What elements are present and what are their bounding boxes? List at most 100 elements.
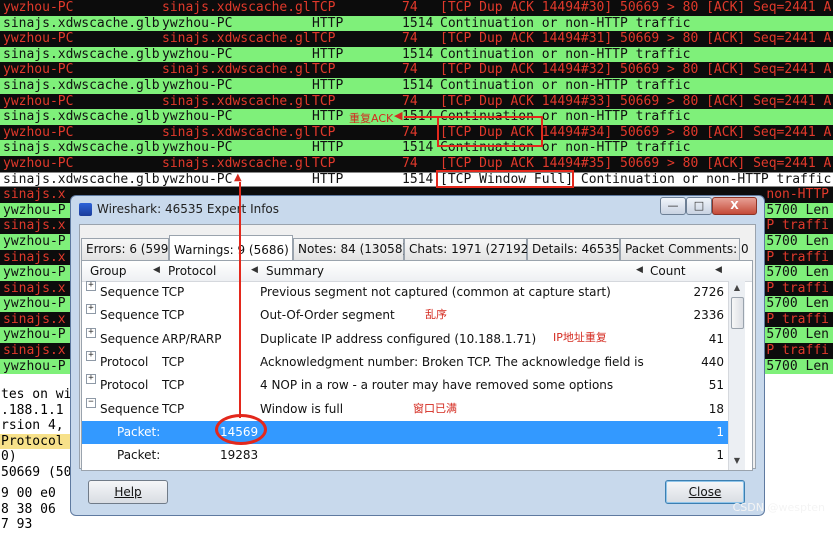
packet-destination: sinajs.xdwscache.gl	[162, 31, 311, 47]
row-count: 2336	[693, 308, 724, 323]
packet-info: 5700 Len	[766, 265, 829, 281]
packet-destination: ywzhou-PC	[162, 46, 233, 62]
annotation-vertical-line	[239, 182, 241, 418]
annotation-dup-ack: 重复ACK	[349, 112, 394, 125]
packet-source: ywzhou-P	[3, 233, 66, 249]
expert-group-row[interactable]: + Sequence TCP Out-Of-Order segment 2336	[82, 304, 728, 327]
tab-warnings[interactable]: Warnings: 9 (5686)	[169, 235, 293, 261]
expert-group-row[interactable]: − Sequence TCP Window is full 18	[82, 397, 728, 421]
packet-protocol: HTTP	[312, 109, 344, 125]
packet-row[interactable]: sinajs.xdwscache.glb ywzhou-PC HTTP 1514 Con…	[0, 15, 833, 32]
caret-left-icon: ◀	[153, 265, 160, 275]
hex-line[interactable]: 7 93	[0, 517, 70, 533]
detail-line[interactable]: 50669 (50	[0, 465, 70, 481]
help-button[interactable]: Help	[88, 480, 168, 504]
row-group: Sequence	[100, 331, 160, 346]
tab-packet-comments[interactable]: Packet Comments: 0	[620, 238, 749, 260]
row-count: 2726	[693, 285, 724, 299]
caret-left-icon: ◀	[251, 265, 258, 275]
row-protocol: ARP/RARP	[162, 331, 222, 346]
column-summary[interactable]: Summary	[266, 264, 324, 278]
expand-icon[interactable]: +	[86, 304, 96, 315]
row-count: 51	[708, 378, 724, 393]
packet-row[interactable]: sinajs.xdwscache.glb ywzhou-PC HTTP 1514 Con…	[0, 77, 833, 94]
packet-row[interactable]: ywzhou-PC sinajs.xdwscache.gl TCP 74 [TCP Du…	[0, 93, 833, 110]
packet-source: ywzhou-P	[3, 202, 66, 218]
packet-destination: sinajs.xdwscache.gl	[162, 93, 311, 109]
tab-chats[interactable]: Chats: 1971 (27192)	[404, 238, 533, 260]
row-group: Protocol	[100, 378, 149, 393]
expert-group-row[interactable]: + Sequence TCP Previous segment not capture…	[82, 281, 728, 304]
hex-line[interactable]: 9 00 e0	[0, 486, 70, 502]
packet-entry-row[interactable]: Packet: 14569 1	[82, 420, 728, 445]
detail-line[interactable]: 0)	[0, 449, 70, 465]
packet-protocol: TCP	[312, 31, 336, 47]
packet-protocol: HTTP	[312, 171, 344, 187]
packet-destination: ywzhou-PC	[162, 140, 233, 156]
dialog-titlebar[interactable]: Wireshark: 46535 Expert Infos — □ X	[71, 196, 764, 222]
packet-source: ywzhou-P	[3, 265, 66, 281]
packet-destination: sinajs.xdwscache.gl	[162, 155, 311, 171]
column-count[interactable]: Count	[650, 264, 686, 278]
packet-source: sinajs.xdwscache.glb	[3, 15, 160, 31]
expand-icon[interactable]: +	[86, 281, 96, 291]
packet-row[interactable]: ywzhou-PC sinajs.xdwscache.gl TCP 74 [TCP Du…	[0, 31, 833, 47]
packet-entry-row[interactable]: Packet: 19283 1	[82, 444, 728, 467]
packet-source: ywzhou-PC	[3, 62, 74, 78]
packet-details-pane[interactable]: tes on wi .188.1.1 rsion 4, Protocol 0) 5066…	[0, 387, 70, 532]
expert-group-row[interactable]: + Protocol TCP Acknowledgment number: Broke…	[82, 350, 728, 374]
vertical-scrollbar[interactable]: ▲ ▼	[728, 281, 745, 470]
expand-icon[interactable]: +	[86, 327, 96, 338]
row-packet-label: Packet:	[117, 424, 161, 439]
packet-protocol: HTTP	[312, 77, 344, 93]
scroll-down-icon[interactable]: ▼	[731, 456, 743, 468]
packet-source: sinajs.xdwscache.glb	[3, 171, 160, 187]
packet-destination: ywzhou-PC	[162, 77, 233, 93]
packet-row[interactable]: ywzhou-PC sinajs.xdwscache.gl TCP 74 [TCP Du…	[0, 124, 833, 141]
tab-details[interactable]: Details: 46535	[527, 238, 620, 260]
detail-line[interactable]: .188.1.1	[0, 403, 70, 419]
packet-row[interactable]: ywzhou-PC sinajs.xdwscache.gl TCP 74 [TCP Du…	[0, 62, 833, 78]
row-group: Sequence	[100, 401, 160, 416]
packet-row[interactable]: ywzhou-PC sinajs.xdwscache.gl TCP 74 [TCP Du…	[0, 155, 833, 172]
expand-icon[interactable]: +	[86, 374, 96, 385]
packet-row[interactable]: sinajs.xdwscache.glb ywzhou-PC HTTP 1514 Con…	[0, 140, 833, 156]
expert-group-row[interactable]: + Protocol TCP 4 NOP in a row - a router ma…	[82, 374, 728, 397]
scroll-thumb[interactable]	[731, 297, 744, 329]
packet-length: 74	[402, 31, 418, 47]
detail-line[interactable]: tes on wi	[0, 387, 70, 403]
caret-left-icon: ◀	[715, 265, 722, 275]
packet-source: sinajs.xdwscache.glb	[3, 140, 160, 156]
minimize-button[interactable]: —	[660, 197, 686, 215]
packet-row[interactable]: ywzhou-PC sinajs.xdwscache.gl TCP 74 [TCP Du…	[0, 0, 833, 16]
expert-infos-dialog[interactable]: Wireshark: 46535 Expert Infos — □ X Erro…	[70, 195, 765, 516]
packet-info: 5700 Len	[766, 202, 829, 218]
column-group[interactable]: Group	[90, 264, 127, 278]
collapse-icon[interactable]: −	[86, 397, 96, 408]
annotation-window-full: 窗口已满	[413, 402, 457, 415]
tab-errors[interactable]: Errors: 6 (599)	[81, 238, 173, 260]
detail-line[interactable]: rsion 4,	[0, 418, 70, 434]
packet-protocol: TCP	[312, 93, 336, 109]
packet-source: ywzhou-P	[3, 358, 66, 374]
tab-notes[interactable]: Notes: 84 (13058)	[293, 238, 407, 260]
hex-line[interactable]: 8 38 06	[0, 502, 70, 518]
packet-destination: ywzhou-PC	[162, 171, 233, 187]
annotation-arrow-line	[404, 116, 437, 118]
column-protocol[interactable]: Protocol	[168, 264, 216, 278]
watermark: CSDN @wespten	[732, 501, 825, 514]
expert-group-row[interactable]: + Sequence ARP/RARP Duplicate IP address co…	[82, 327, 728, 351]
packet-info: Continuation or non-HTTP traffic	[440, 77, 691, 93]
detail-line[interactable]: Protocol	[0, 433, 70, 449]
packet-row[interactable]: sinajs.xdwscache.glb ywzhou-PC HTTP 1514 [TC…	[0, 171, 833, 188]
packet-protocol: HTTP	[312, 46, 344, 62]
scroll-up-icon[interactable]: ▲	[731, 283, 743, 295]
packet-length: 74	[402, 93, 418, 109]
packet-length: 74	[402, 62, 418, 78]
expand-icon[interactable]: +	[86, 350, 96, 361]
packet-source: sinajs.xdwscache.glb	[3, 77, 160, 93]
packet-destination: sinajs.xdwscache.gl	[162, 62, 311, 78]
maximize-button[interactable]: □	[686, 197, 712, 215]
packet-row[interactable]: sinajs.xdwscache.glb ywzhou-PC HTTP 1514 Con…	[0, 46, 833, 63]
window-close-button[interactable]: X	[712, 197, 757, 215]
